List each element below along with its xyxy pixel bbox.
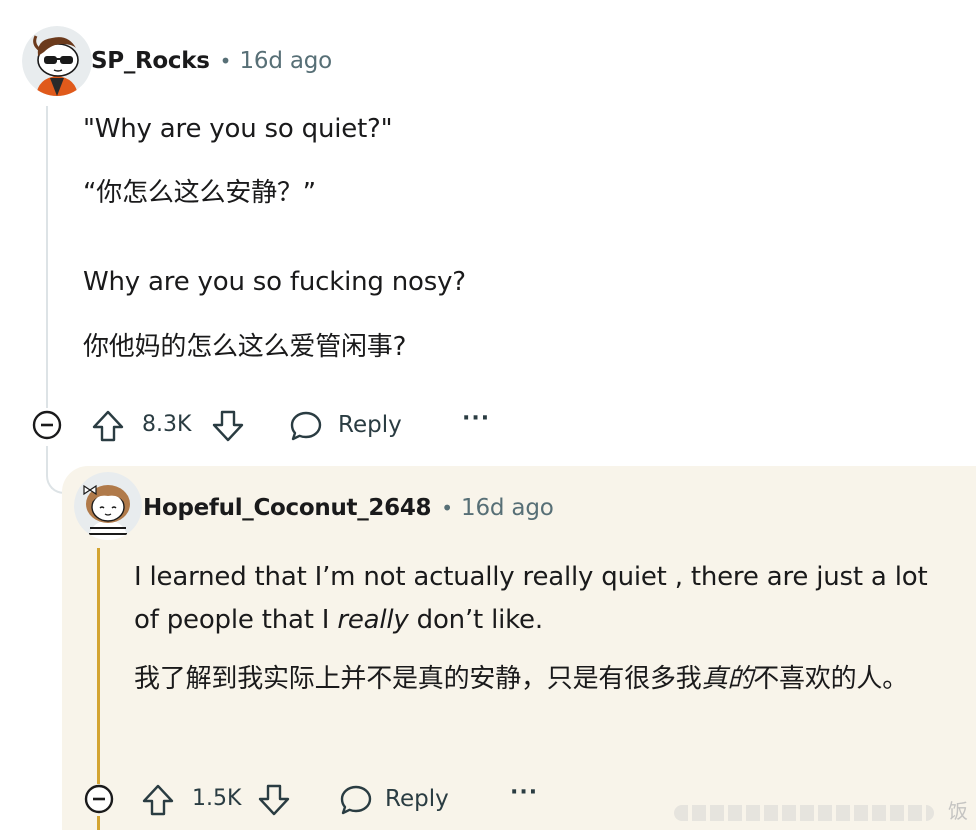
comment-body: I learned that I’m not actually really q… [134,556,946,701]
thread-line[interactable] [46,446,48,468]
thread-line[interactable] [46,106,48,408]
comment-paragraph: I learned that I’m not actually really q… [134,556,946,642]
vote-count: 1.5K [192,786,242,811]
username[interactable]: SP_Rocks [91,48,210,74]
collapse-icon[interactable] [32,410,62,440]
comment-text-italic: 真的 [701,664,754,694]
watermark: 饭 [673,795,968,824]
reply-button[interactable]: Reply [288,404,408,448]
comment-text: 不喜欢的人。 [753,664,909,694]
downvote-icon[interactable] [256,782,292,822]
comment-text: 我了解到我实际上并不是真的安静，只是有很多我 [134,664,702,694]
comment-line: “你怎么这么安静？” [83,178,316,208]
vote-count: 8.3K [142,412,192,437]
reply-label: Reply [385,786,449,812]
downvote-icon[interactable] [210,408,246,448]
watermark-logo-icon [673,804,934,821]
collapse-icon[interactable] [84,784,114,814]
comment-line: "Why are you so quiet?" [83,114,393,144]
comment-header: SP_Rocks • 16d ago [91,48,332,74]
watermark-text: 饭 [948,799,968,823]
thread-line-highlighted[interactable] [97,548,100,784]
avatar[interactable] [22,26,92,96]
reply-button[interactable]: Reply [338,778,458,822]
comment-thread: SP_Rocks • 16d ago "Why are you so quiet… [0,0,976,830]
comment-line: Why are you so fucking nosy? [83,267,466,297]
reply-icon [288,408,324,448]
reply-action-bar: 1.5K Reply ··· [84,778,584,822]
comment-paragraph: 我了解到我实际上并不是真的安静，只是有很多我真的不喜欢的人。 [134,658,946,701]
upvote-icon[interactable] [90,408,126,448]
more-options-icon[interactable]: ··· [462,406,490,431]
avatar[interactable] [74,472,142,540]
comment-action-bar: 8.3K Reply ··· [32,404,532,448]
username[interactable]: Hopeful_Coconut_2648 [143,495,432,521]
comment-text: don’t like. [408,605,543,635]
upvote-icon[interactable] [140,782,176,822]
reply-icon [338,782,374,822]
comment-line: 你他妈的怎么这么爱管闲事? [83,332,407,362]
timestamp[interactable]: 16d ago [239,48,332,74]
comment-header: Hopeful_Coconut_2648 • 16d ago [143,495,554,521]
timestamp[interactable]: 16d ago [461,495,554,521]
comment-text-italic: really [337,605,409,635]
more-options-icon[interactable]: ··· [510,780,538,805]
separator-dot: • [219,49,232,73]
separator-dot: • [441,496,454,520]
reply-label: Reply [338,412,402,438]
